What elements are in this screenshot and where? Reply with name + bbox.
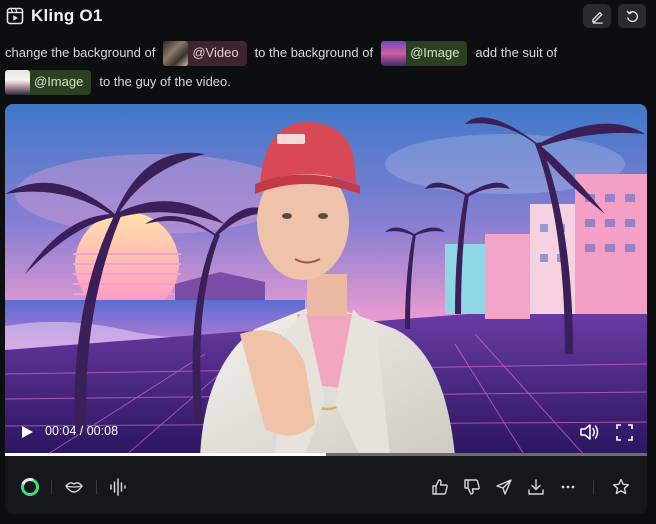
send-icon[interactable] <box>494 477 514 497</box>
prompt-segment: add the suit of <box>475 45 558 60</box>
audio-wave-icon[interactable] <box>108 477 128 497</box>
divider <box>51 480 52 494</box>
time-display: 00:04 / 00:08 <box>45 424 118 438</box>
lips-icon[interactable] <box>64 477 84 497</box>
prompt-line: @Image to the guy of the video. <box>5 69 239 95</box>
header: Kling O1 <box>0 0 656 34</box>
image-reference-chip[interactable]: @Image <box>381 40 468 66</box>
reset-button[interactable] <box>618 4 646 28</box>
page-title: Kling O1 <box>31 6 103 25</box>
video-thumbnail <box>163 40 189 66</box>
image-reference-chip[interactable]: @Image <box>5 69 92 95</box>
chip-label: @Image <box>410 45 460 60</box>
download-icon[interactable] <box>526 477 546 497</box>
chip-label: @Video <box>192 45 239 60</box>
play-button[interactable] <box>20 425 34 439</box>
video-reference-chip[interactable]: @Video <box>163 40 247 66</box>
undo-icon <box>626 10 638 22</box>
action-toolbar <box>5 456 647 514</box>
chip-label: @Image <box>34 74 84 89</box>
kling-logo-icon[interactable] <box>20 477 40 497</box>
film-icon <box>6 7 24 25</box>
prompt-segment: to the guy of the video. <box>99 74 231 89</box>
current-time: 00:04 <box>45 424 77 438</box>
video-player[interactable]: 00:04 / 00:08 <box>5 104 647 514</box>
divider <box>593 480 594 494</box>
thumbs-up-icon[interactable] <box>430 477 450 497</box>
divider <box>96 480 97 494</box>
time-separator: / <box>79 424 84 438</box>
prompt-segment: change the background of <box>5 45 156 60</box>
edit-button[interactable] <box>583 4 611 28</box>
prompt-line: change the background of @Video to the b… <box>5 40 565 66</box>
star-icon[interactable] <box>611 477 631 497</box>
fullscreen-icon[interactable] <box>616 424 633 441</box>
prompt-segment: to the background of <box>254 45 374 60</box>
volume-icon[interactable] <box>579 423 599 441</box>
pencil-icon <box>591 11 603 24</box>
image-thumbnail <box>5 69 30 95</box>
duration: 00:08 <box>86 424 119 438</box>
thumbs-down-icon[interactable] <box>462 477 482 497</box>
video-frame <box>5 104 647 456</box>
image-thumbnail <box>381 40 407 66</box>
more-icon[interactable] <box>558 477 578 497</box>
